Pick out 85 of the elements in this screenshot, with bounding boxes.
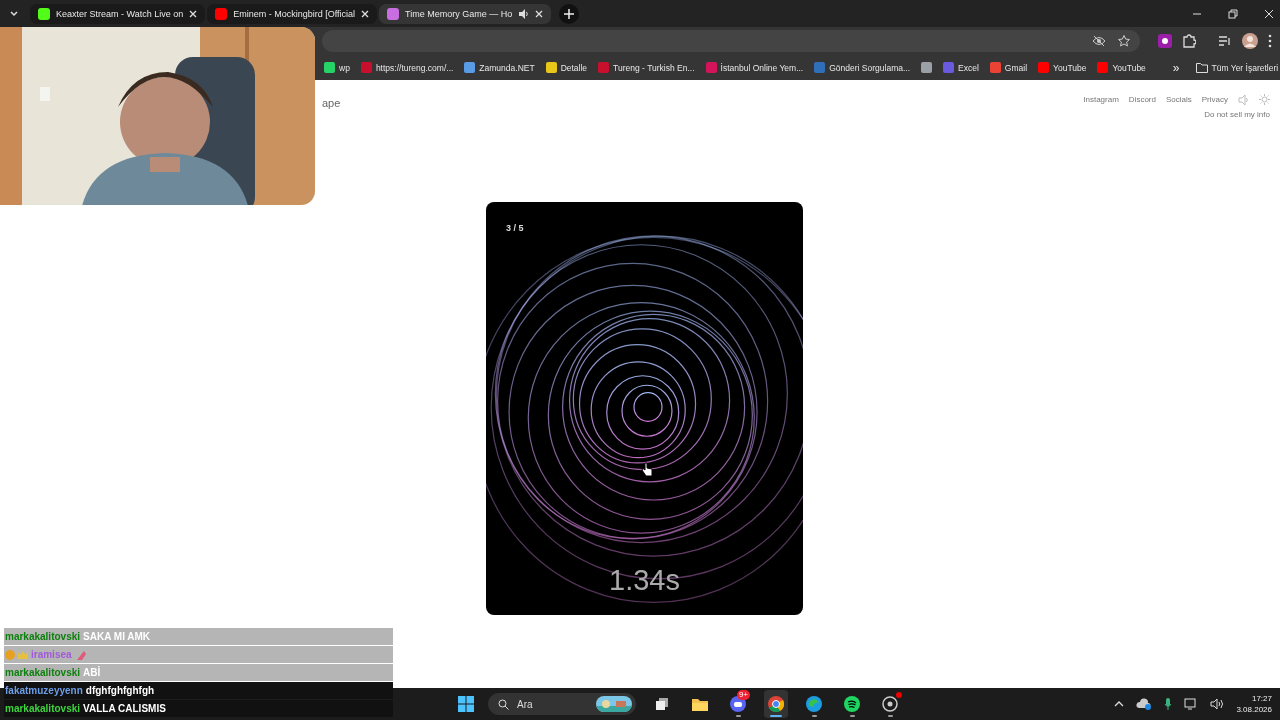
folder-icon [1195,62,1208,73]
media-control-icon[interactable] [1218,35,1232,47]
chat-username: iramisea [31,649,72,660]
new-tab-icon[interactable] [559,3,580,24]
round-counter: 3 / 5 [506,223,524,233]
browser-tab[interactable]: Time Memory Game — Ho [379,4,552,24]
chat-text: SAKA MI AMK [83,631,151,642]
browser-tab[interactable]: Keaxter Stream - Watch Live on [30,4,206,24]
folder-icon [692,697,708,711]
chat-text: dfghfghfghfgh [85,685,155,696]
bookmark-label: YouTube [1112,62,1146,73]
search-input[interactable]: Ara [515,697,590,711]
network-icon[interactable] [1184,698,1199,710]
windows-icon [655,697,669,711]
chat-username: fakatmuzeyyenn [5,685,83,696]
bookmark-label: Gönderi Sorgulama... [829,62,911,73]
bookmark-label: Tüm Yer İşaretleri [1211,62,1279,73]
cloud-icon[interactable] [1136,698,1153,710]
site-title: ape [322,97,341,111]
nav-link[interactable]: Discord [1128,95,1156,104]
bookmark[interactable]: Detalle [543,60,590,75]
bookmark[interactable]: İstanbul Online Yem... [703,60,806,75]
search-icon [498,698,509,710]
spotify-icon [844,696,860,712]
chrome-icon [768,696,784,712]
restore-icon[interactable] [1228,8,1238,19]
bookmark[interactable]: Gmail [987,60,1030,75]
do-not-sell-link[interactable]: Do not sell my info [1204,110,1270,119]
chat-username: markakalitovski [5,631,81,642]
bookmark[interactable]: YouTube [1095,60,1148,75]
wave-icon [806,696,822,712]
tab-title: Time Memory Game — Ho [405,9,513,19]
elapsed-time: 1.34s [609,564,680,597]
bookmark[interactable]: Tureng - Turkish En... [596,60,697,75]
nav-link[interactable]: Instagram [1083,95,1119,104]
bookmark-label: https://tureng.com/... [375,62,454,73]
bookmark[interactable]: Gönderi Sorgulama... [812,60,913,75]
close-icon[interactable] [189,10,198,18]
record-icon [882,696,898,712]
bookmark[interactable]: https://tureng.com/... [358,60,456,75]
extension-icon[interactable] [1158,34,1172,48]
crown-icon [18,649,28,660]
chevron-up-icon[interactable] [1114,700,1125,708]
game-card[interactable]: 3 / 5 1.34s [486,202,803,615]
tab-title: Eminem - Mockingbird [Official [233,9,356,19]
bookmark[interactable]: YouTube [1036,60,1089,75]
bookmark[interactable]: Excel [941,60,981,75]
star-icon[interactable] [1118,35,1130,47]
bookmark[interactable]: Zamunda.NET [462,60,537,75]
close-icon[interactable] [361,10,370,18]
notification-badge: 9+ [736,690,750,700]
nav-link[interactable]: Socials [1165,95,1192,104]
coin-icon [5,649,15,660]
close-icon[interactable] [535,10,544,18]
taskbar-app[interactable]: 9+ [726,690,750,718]
puzzle-icon[interactable] [1182,34,1196,48]
search-bar[interactable]: Ara [488,693,636,715]
clock[interactable]: 17:27 3.08.2026 [1236,693,1272,715]
browser-tab[interactable]: Eminem - Mockingbird [Official [207,4,378,24]
menu-icon[interactable] [1268,34,1272,48]
chat-text: ABİ [83,667,101,678]
bookmark-label: Excel [958,62,979,73]
bookmark-label: İstanbul Online Yem... [720,62,804,73]
more-bookmarks-button[interactable]: » [1172,60,1180,75]
start-icon[interactable] [458,696,474,712]
taskbar-app[interactable] [764,690,788,718]
chat-username: markakalitovski [5,703,81,714]
microphone-icon[interactable] [1164,698,1173,710]
avatar-icon[interactable] [1242,33,1258,49]
bookmark-label: Zamunda.NET [479,62,535,73]
nav-link[interactable]: Privacy [1201,95,1228,104]
hand-cursor-icon [641,462,653,477]
bookmark-label: Detalle [560,62,588,73]
volume-icon[interactable] [1210,698,1225,710]
eye-off-icon[interactable] [1092,36,1106,46]
bookmark[interactable]: wp [322,60,352,75]
bookmark-label: Gmail [1004,62,1028,73]
chat-username: markakalitovski [5,667,81,678]
close-icon[interactable] [1264,8,1274,19]
bookmark-label: wp [339,62,350,73]
tab-title: Keaxter Stream - Watch Live on [56,9,184,19]
chat-text: VALLA CALISMIS [83,703,166,714]
bookmark-label: YouTube [1053,62,1087,73]
all-bookmarks-button[interactable]: Tüm Yer İşaretleri [1193,60,1280,75]
bookmark-label: Tureng - Turkish En... [613,62,695,73]
